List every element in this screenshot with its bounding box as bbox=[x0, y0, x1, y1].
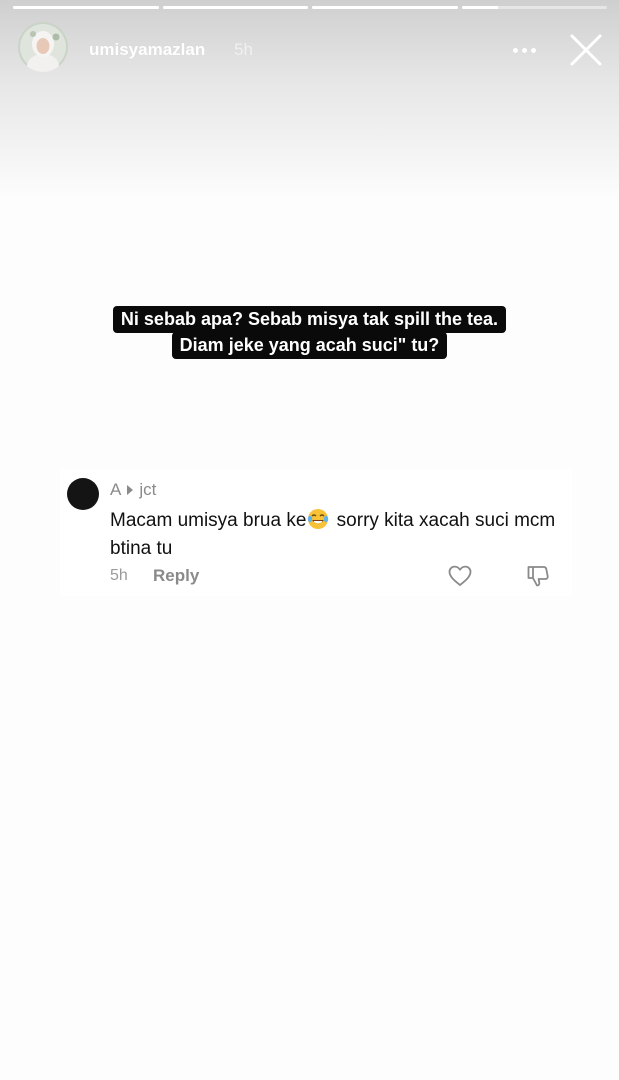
more-dot bbox=[530, 47, 536, 53]
comment-author[interactable]: A bbox=[110, 480, 121, 500]
comment-text-before-emoji: Macam umisya brua ke bbox=[110, 510, 307, 531]
thumbs-down-icon bbox=[527, 566, 549, 587]
reply-button[interactable]: Reply bbox=[153, 566, 199, 586]
story-progress-bar bbox=[13, 6, 607, 9]
story-username[interactable]: umisyamazlan bbox=[89, 40, 205, 60]
more-horizontal-icon bbox=[512, 47, 518, 53]
comment-text: Macam umisya brua ke sorry kita xacah su… bbox=[110, 507, 560, 563]
comment-reply-to[interactable]: jct bbox=[139, 480, 156, 500]
like-button[interactable] bbox=[448, 565, 472, 587]
progress-segment-4 bbox=[461, 6, 607, 9]
comment-meta: A jct bbox=[110, 480, 156, 500]
story-time: 5h bbox=[234, 40, 253, 59]
caption-line-2: Diam jeke yang acah suci" tu? bbox=[171, 332, 448, 359]
close-button[interactable] bbox=[568, 32, 604, 68]
story-header: umisyamazlan 5h bbox=[18, 22, 608, 74]
shared-comment-card: A jct Macam umisya brua ke sorry kita xa… bbox=[60, 470, 572, 596]
comment-time: 5h bbox=[110, 567, 128, 584]
comment-avatar[interactable] bbox=[67, 478, 99, 510]
progress-segment-1 bbox=[13, 6, 159, 9]
face-with-tears-of-joy-icon bbox=[308, 509, 329, 529]
story-caption: Ni sebab apa? Sebab misya tak spill the … bbox=[0, 306, 619, 359]
progress-segment-2 bbox=[162, 6, 308, 9]
progress-segment-3 bbox=[312, 6, 458, 9]
more-dot bbox=[521, 47, 527, 53]
avatar[interactable] bbox=[18, 22, 68, 72]
more-options-button[interactable] bbox=[504, 40, 544, 60]
close-icon bbox=[570, 34, 602, 66]
reply-arrow-icon bbox=[127, 485, 134, 495]
heart-icon bbox=[448, 565, 472, 586]
dislike-button[interactable] bbox=[526, 564, 550, 588]
caption-line-1: Ni sebab apa? Sebab misya tak spill the … bbox=[112, 306, 507, 333]
